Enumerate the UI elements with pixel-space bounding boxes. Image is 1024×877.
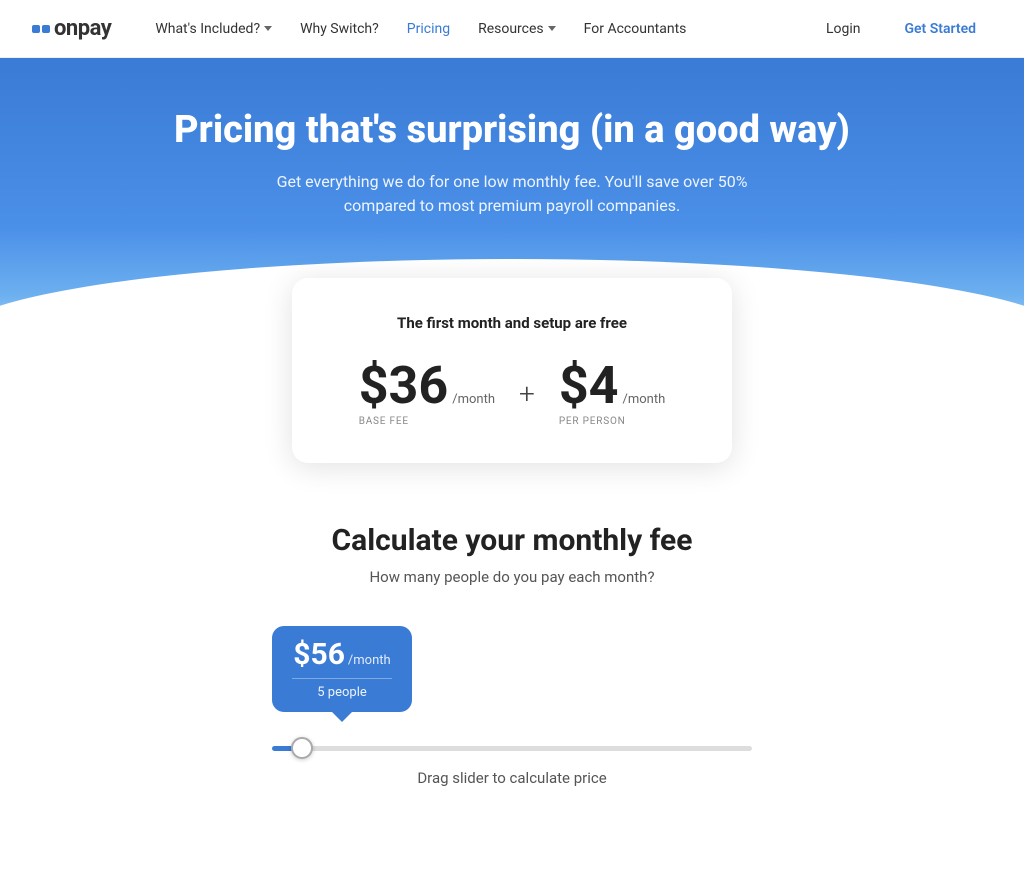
calculator-heading: Calculate your monthly fee bbox=[20, 523, 1004, 558]
plus-sign: + bbox=[519, 377, 535, 410]
slider-container: $56 /month 5 people Drag slider to calcu… bbox=[272, 636, 752, 787]
nav-right: Login Get Started bbox=[814, 13, 992, 45]
base-price-row: $36 /month bbox=[359, 360, 495, 412]
logo-icon bbox=[32, 25, 50, 33]
price-bubble: $56 /month 5 people bbox=[272, 626, 412, 712]
pricing-card-wrapper: The first month and setup are free $36 /… bbox=[0, 278, 1024, 463]
first-month-label: The first month and setup are free bbox=[352, 314, 672, 332]
pricing-amounts: $36 /month BASE FEE + $4 /month PER PERS… bbox=[352, 360, 672, 427]
base-fee-block: $36 /month BASE FEE bbox=[359, 360, 495, 427]
hero-subtitle: Get everything we do for one low monthly… bbox=[252, 170, 772, 218]
slider-track bbox=[272, 736, 752, 755]
per-person-price: $4 bbox=[559, 360, 619, 412]
nav-links: What's Included? Why Switch? Pricing Res… bbox=[143, 13, 814, 45]
bubble-price-value: $56 bbox=[293, 640, 345, 670]
per-person-per: /month bbox=[623, 393, 666, 406]
get-started-button[interactable]: Get Started bbox=[888, 13, 992, 45]
base-per: /month bbox=[452, 393, 495, 406]
calculator-subheading: How many people do you pay each month? bbox=[20, 568, 1004, 586]
nav-resources[interactable]: Resources bbox=[466, 13, 568, 45]
per-person-block: $4 /month PER PERSON bbox=[559, 360, 665, 427]
logo-link[interactable]: onpay bbox=[32, 16, 111, 41]
per-person-price-row: $4 /month bbox=[559, 360, 665, 412]
chevron-down-icon bbox=[264, 26, 272, 31]
bubble-per: /month bbox=[348, 653, 391, 668]
logo-text: onpay bbox=[54, 16, 111, 41]
chevron-down-icon bbox=[548, 26, 556, 31]
nav-pricing[interactable]: Pricing bbox=[395, 13, 462, 45]
navigation: onpay What's Included? Why Switch? Prici… bbox=[0, 0, 1024, 58]
login-link[interactable]: Login bbox=[814, 13, 873, 45]
per-person-label: PER PERSON bbox=[559, 416, 626, 427]
slider-hint: Drag slider to calculate price bbox=[272, 769, 752, 787]
bubble-people: 5 people bbox=[292, 685, 392, 700]
calculator-section: Calculate your monthly fee How many peop… bbox=[0, 463, 1024, 877]
bubble-price-row: $56 /month bbox=[292, 640, 392, 670]
base-fee-label: BASE FEE bbox=[359, 416, 409, 427]
hero-title: Pricing that's surprising (in a good way… bbox=[20, 108, 1004, 154]
base-price: $36 bbox=[359, 360, 449, 412]
pricing-card: The first month and setup are free $36 /… bbox=[292, 278, 732, 463]
price-slider[interactable] bbox=[272, 746, 752, 751]
nav-for-accountants[interactable]: For Accountants bbox=[572, 13, 699, 45]
nav-whats-included[interactable]: What's Included? bbox=[143, 13, 284, 45]
bubble-divider bbox=[292, 678, 392, 679]
nav-why-switch[interactable]: Why Switch? bbox=[288, 13, 391, 45]
